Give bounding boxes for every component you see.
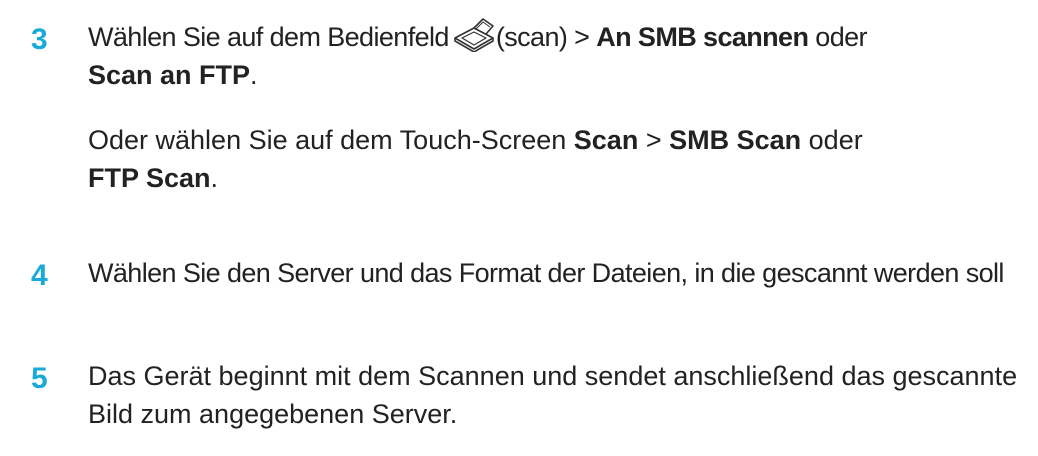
step-4-instruction: Wählen Sie den Server und das Format der… [88, 258, 1004, 288]
option-ftp: Scan an FTP [88, 60, 251, 90]
scanner-icon [452, 18, 496, 53]
instruction-text: . [210, 163, 219, 193]
step-3-alternative: Oder wählen Sie auf dem Touch-Screen Sca… [88, 121, 1028, 197]
step-5-instruction: Das Gerät beginnt mit dem Scannen und se… [88, 361, 1018, 429]
instruction-text: Oder wählen Sie auf dem Touch-Screen [88, 125, 574, 155]
instruction-text: . [250, 60, 258, 90]
step-number: 4 [31, 259, 48, 292]
instruction-text: (scan) > [495, 22, 597, 52]
instruction-text: Wählen Sie auf dem Bedienfeld [88, 22, 449, 52]
step-number: 5 [31, 362, 48, 395]
step-number: 3 [31, 23, 48, 56]
option-ftp-scan: FTP Scan [88, 163, 211, 193]
option-smb: An SMB scannen [596, 22, 809, 52]
step-text: Das Gerät beginnt mit dem Scannen und se… [88, 357, 1028, 433]
option-scan: Scan [573, 125, 639, 155]
option-smb-scan: SMB Scan [669, 125, 802, 155]
step-text: Wählen Sie den Server und das Format der… [88, 254, 1028, 292]
step-text: Wählen Sie auf dem Bedienfeld (scan) > A… [88, 18, 1028, 197]
instruction-text: oder [808, 22, 867, 52]
instruction-text: oder [801, 125, 863, 155]
instruction-text: > [638, 125, 670, 155]
step-3-instruction: Wählen Sie auf dem Bedienfeld (scan) > A… [88, 18, 1028, 94]
